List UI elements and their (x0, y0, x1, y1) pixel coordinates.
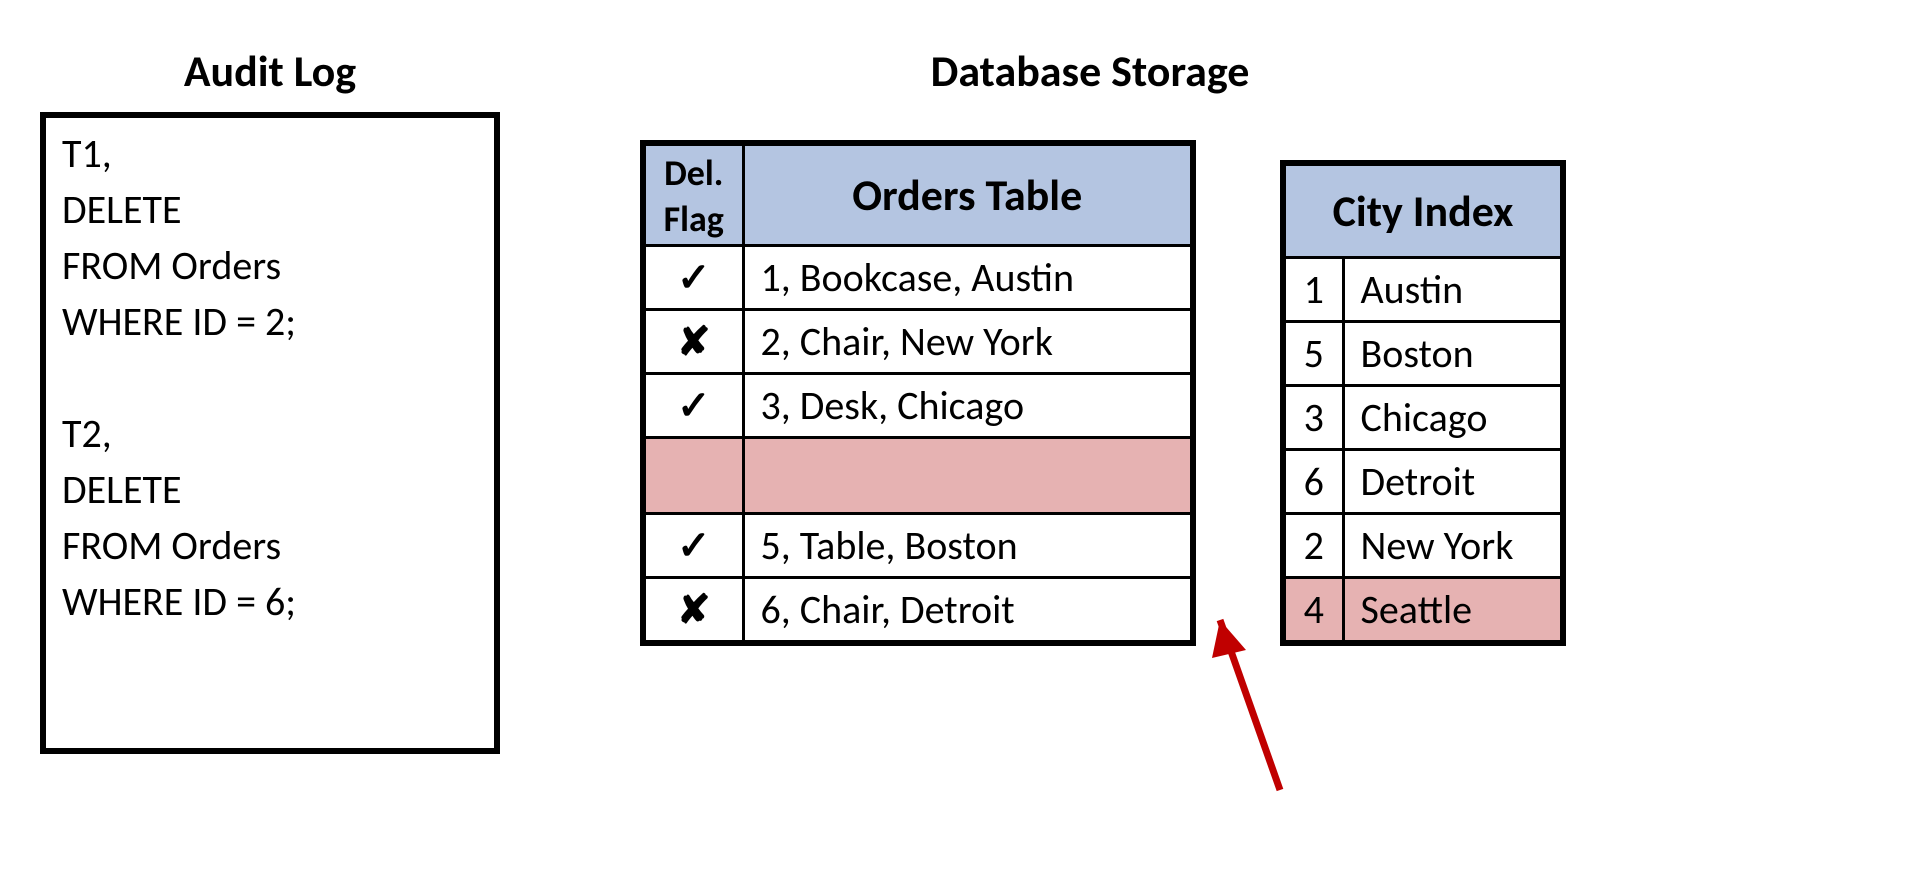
orders-head-flag: Del. Flag (643, 143, 743, 246)
del-flag-icon: ✓ (643, 374, 743, 438)
audit-line: T1, (62, 126, 478, 182)
audit-line: WHERE ID = 2; (62, 294, 478, 350)
head-flag-line1: Del. (652, 150, 736, 196)
city-index-head: City Index (1283, 163, 1563, 258)
audit-line: FROM Orders (62, 238, 478, 294)
order-row-data (743, 438, 1193, 514)
city-index-city: New York (1343, 514, 1563, 578)
audit-line: DELETE (62, 462, 478, 518)
del-flag-icon: ✘ (643, 310, 743, 374)
audit-line: T2, (62, 406, 478, 462)
city-index-head-cell: City Index (1283, 163, 1563, 258)
audit-log-heading: Audit Log (30, 44, 510, 98)
audit-line (62, 350, 478, 406)
city-index-city: Seattle (1343, 578, 1563, 644)
city-index-id: 6 (1283, 450, 1343, 514)
orders-table-head: Del. Flag Orders Table (643, 143, 1193, 246)
city-index-city: Chicago (1343, 386, 1563, 450)
table-row-empty (643, 438, 1193, 514)
city-index-id: 3 (1283, 386, 1343, 450)
city-index-id: 4 (1283, 578, 1343, 644)
audit-line: FROM Orders (62, 518, 478, 574)
del-flag-icon: ✓ (643, 246, 743, 310)
table-row: ✘ 6, Chair, Detroit (643, 578, 1193, 644)
city-index-id: 1 (1283, 258, 1343, 322)
del-flag-icon: ✘ (643, 578, 743, 644)
order-row-data: 5, Table, Boston (743, 514, 1193, 578)
table-row: 3 Chicago (1283, 386, 1563, 450)
city-index-city: Detroit (1343, 450, 1563, 514)
order-row-data: 2, Chair, New York (743, 310, 1193, 374)
audit-line: WHERE ID = 6; (62, 574, 478, 630)
table-row: ✓ 1, Bookcase, Austin (643, 246, 1193, 310)
head-flag-line2: Flag (652, 196, 736, 242)
city-index-id: 5 (1283, 322, 1343, 386)
city-index-id: 2 (1283, 514, 1343, 578)
audit-line: DELETE (62, 182, 478, 238)
database-storage-heading: Database Storage (640, 44, 1540, 98)
table-row: 6 Detroit (1283, 450, 1563, 514)
table-row-highlight: 4 Seattle (1283, 578, 1563, 644)
table-row: ✓ 5, Table, Boston (643, 514, 1193, 578)
city-index-city: Boston (1343, 322, 1563, 386)
table-row: 2 New York (1283, 514, 1563, 578)
table-row: ✘ 2, Chair, New York (643, 310, 1193, 374)
city-index-city: Austin (1343, 258, 1563, 322)
table-row: 1 Austin (1283, 258, 1563, 322)
table-row: ✓ 3, Desk, Chicago (643, 374, 1193, 438)
order-row-data: 6, Chair, Detroit (743, 578, 1193, 644)
orders-head-main: Orders Table (743, 143, 1193, 246)
del-flag-icon (643, 438, 743, 514)
orders-table: Del. Flag Orders Table ✓ 1, Bookcase, Au… (640, 140, 1196, 646)
audit-log-box: T1, DELETE FROM Orders WHERE ID = 2; T2,… (40, 112, 500, 754)
order-row-data: 3, Desk, Chicago (743, 374, 1193, 438)
del-flag-icon: ✓ (643, 514, 743, 578)
table-row: 5 Boston (1283, 322, 1563, 386)
city-index-table: City Index 1 Austin 5 Boston 3 Chicago 6… (1280, 160, 1566, 646)
order-row-data: 1, Bookcase, Austin (743, 246, 1193, 310)
